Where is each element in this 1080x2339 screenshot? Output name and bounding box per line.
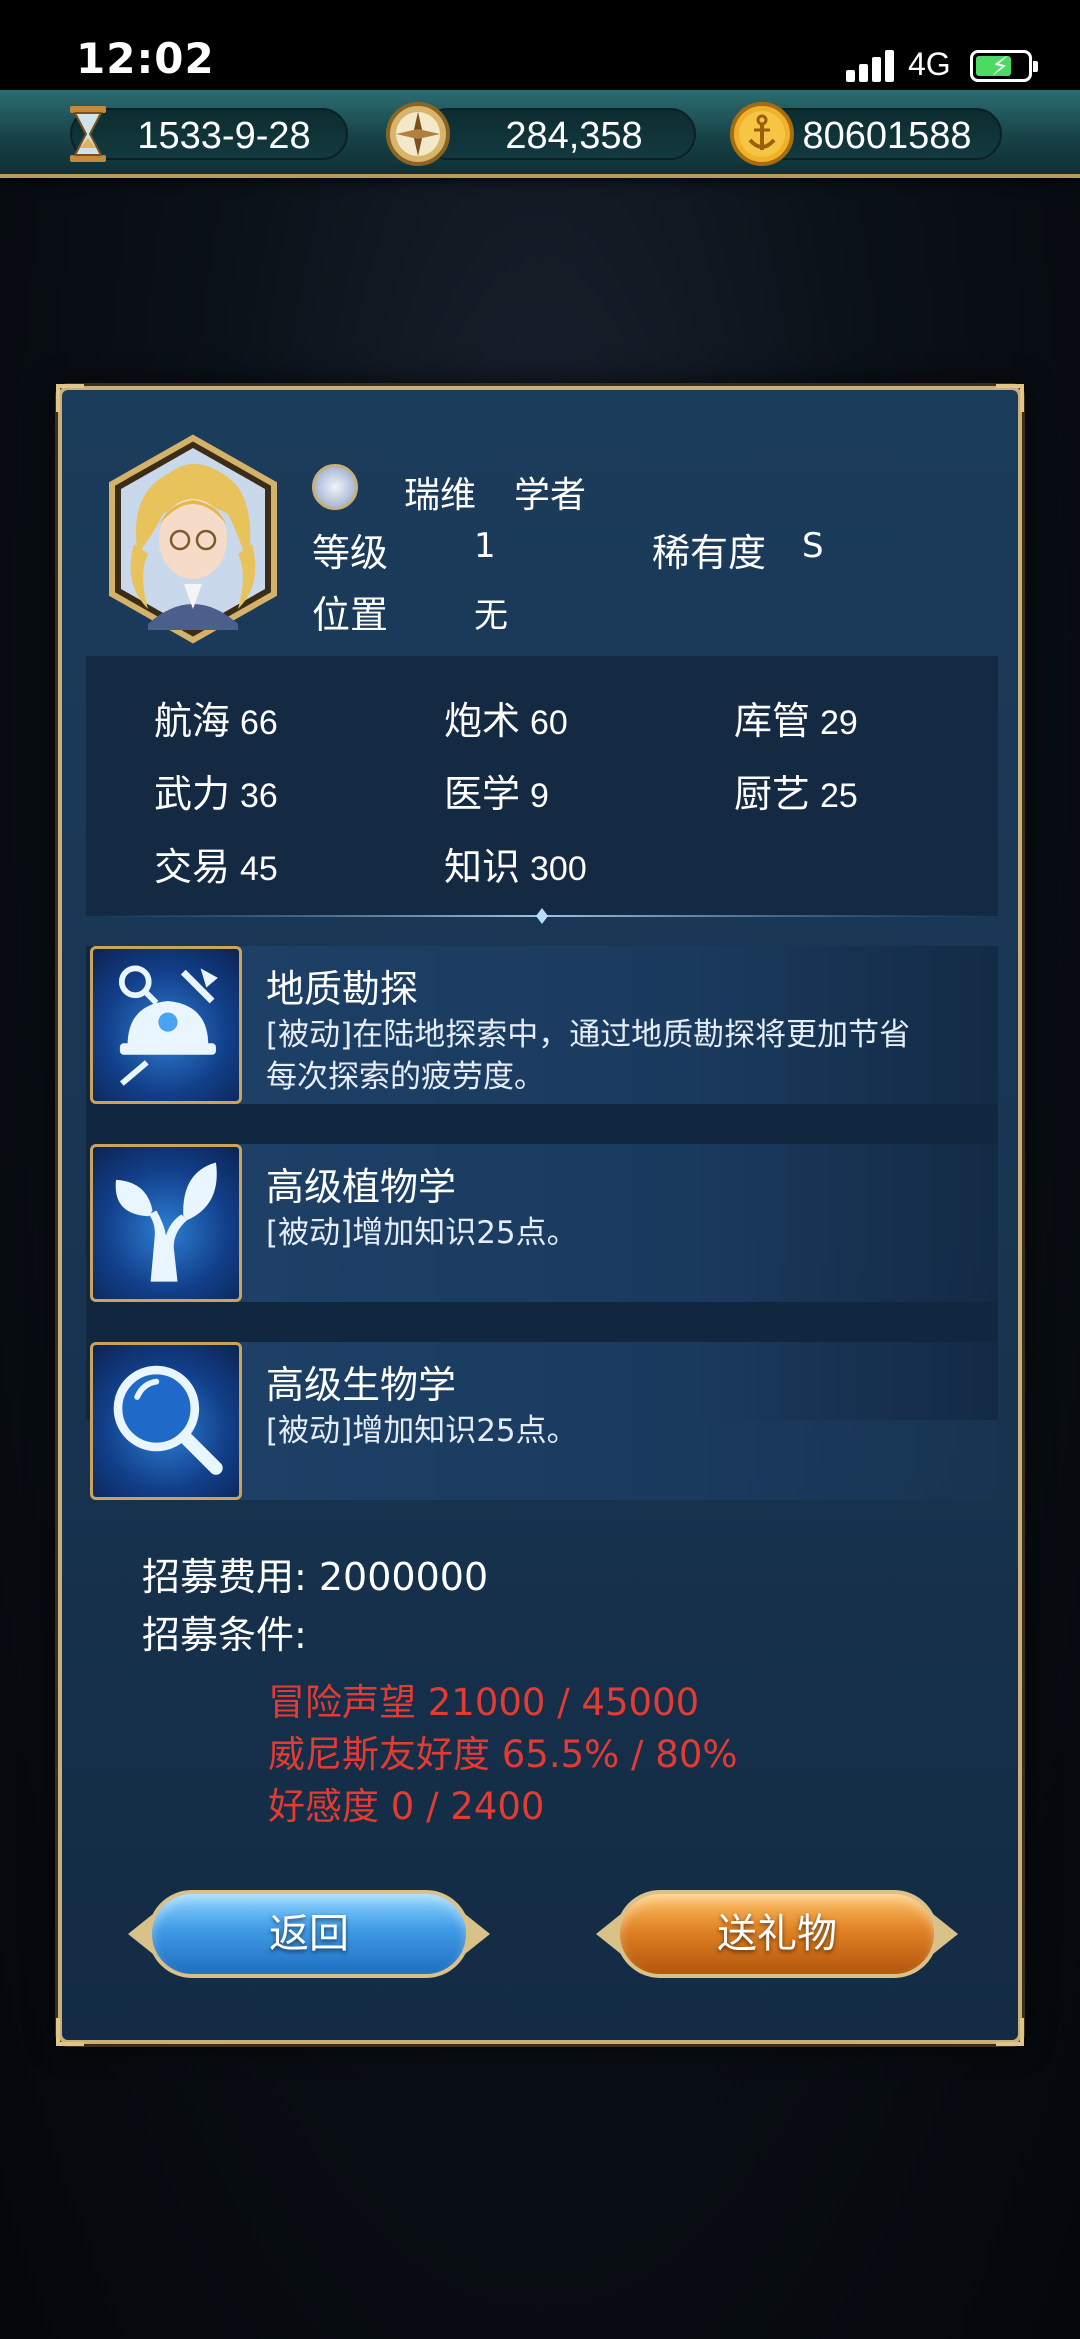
stat-knowledge: 知识 300 [444,845,587,889]
recruit-cost: 招募费用: 2000000 [142,1555,489,1599]
network-type: 4G [908,46,951,82]
stat-medicine: 医学 9 [444,772,549,816]
status-bar: 12:02 4G ⚡ [0,0,1080,90]
panel-corner [56,384,84,412]
stat-navigation: 航海 66 [154,699,278,743]
back-button[interactable]: 返回 [128,1880,490,1988]
panel-corner [996,384,1024,412]
anchor-coin-icon [730,102,794,166]
panel-corner [56,2018,84,2046]
ornament-divider [92,908,992,924]
recruit-conditions-label: 招募条件: [142,1613,307,1657]
condition-affection: 好感度 0 / 2400 [268,1785,545,1828]
skill-row[interactable]: 高级生物学 [被动]增加知识25点。 [86,1342,998,1500]
position-label: 位置 [312,593,389,637]
rarity-value: S [802,526,824,566]
compass-icon [386,102,450,166]
stat-trade: 交易 45 [154,845,278,889]
skill-row[interactable]: 高级植物学 [被动]增加知识25点。 [86,1144,998,1302]
skill-description: [被动]在陆地探索中，通过地质勘探将更加节省 每次探索的疲劳度。 [266,1017,911,1095]
condition-adventure-fame: 冒险声望 21000 / 45000 [268,1681,700,1724]
send-gift-button-label: 送礼物 [717,1911,837,1957]
panel-corner [996,2018,1024,2046]
stat-cooking: 厨艺 25 [734,772,858,816]
level-value: 1 [474,526,496,566]
stat-gunnery: 炮术 60 [444,699,568,743]
exploration-points: 284,358 [505,115,643,157]
character-class: 学者 [514,475,587,516]
resource-bar: 1533-9-28 284,358 80601588 [0,90,1080,178]
charging-icon: ⚡ [991,52,1010,82]
hourglass-icon [70,106,106,162]
stat-combat: 武力 36 [154,772,278,816]
skills-list: 地质勘探 [被动]在陆地探索中，通过地质勘探将更加节省 每次探索的疲劳度。 高级… [86,946,998,1500]
skill-row[interactable]: 地质勘探 [被动]在陆地探索中，通过地质勘探将更加节省 每次探索的疲劳度。 [86,946,998,1104]
character-detail-panel: 瑞维 学者 等级 1 稀有度 S 位置 无 航海 66 炮术 60 库管 29 武力 3… [56,384,1024,2046]
level-label: 等级 [312,531,389,575]
skill-title: 地质勘探 [266,967,419,1011]
battery-icon: ⚡ [970,50,1038,82]
status-time: 12:02 [76,34,215,83]
plant-sprout-icon [90,1144,242,1302]
skill-title: 高级植物学 [266,1165,457,1209]
character-portrait [109,434,277,644]
stats-grid: 航海 66 炮术 60 库管 29 武力 36 医学 9 厨艺 25 交易 45 知识 300 [86,656,998,916]
compass-pill: 284,358 [422,108,696,160]
send-gift-button[interactable]: 送礼物 [596,1880,958,1988]
faction-badge-icon [312,464,358,510]
magnifier-icon [90,1342,242,1500]
character-name: 瑞维 [404,475,477,516]
signal-icon [846,50,898,82]
position-value: 无 [474,596,508,636]
skill-title: 高级生物学 [266,1363,457,1407]
geology-helmet-icon [90,946,242,1104]
rarity-label: 稀有度 [652,531,767,575]
skill-description: [被动]增加知识25点。 [266,1413,578,1449]
back-button-label: 返回 [269,1911,349,1957]
stat-storage: 库管 29 [734,699,858,743]
condition-venice-friendship: 威尼斯友好度 65.5% / 80% [268,1733,738,1776]
skill-description: [被动]增加知识25点。 [266,1215,578,1251]
